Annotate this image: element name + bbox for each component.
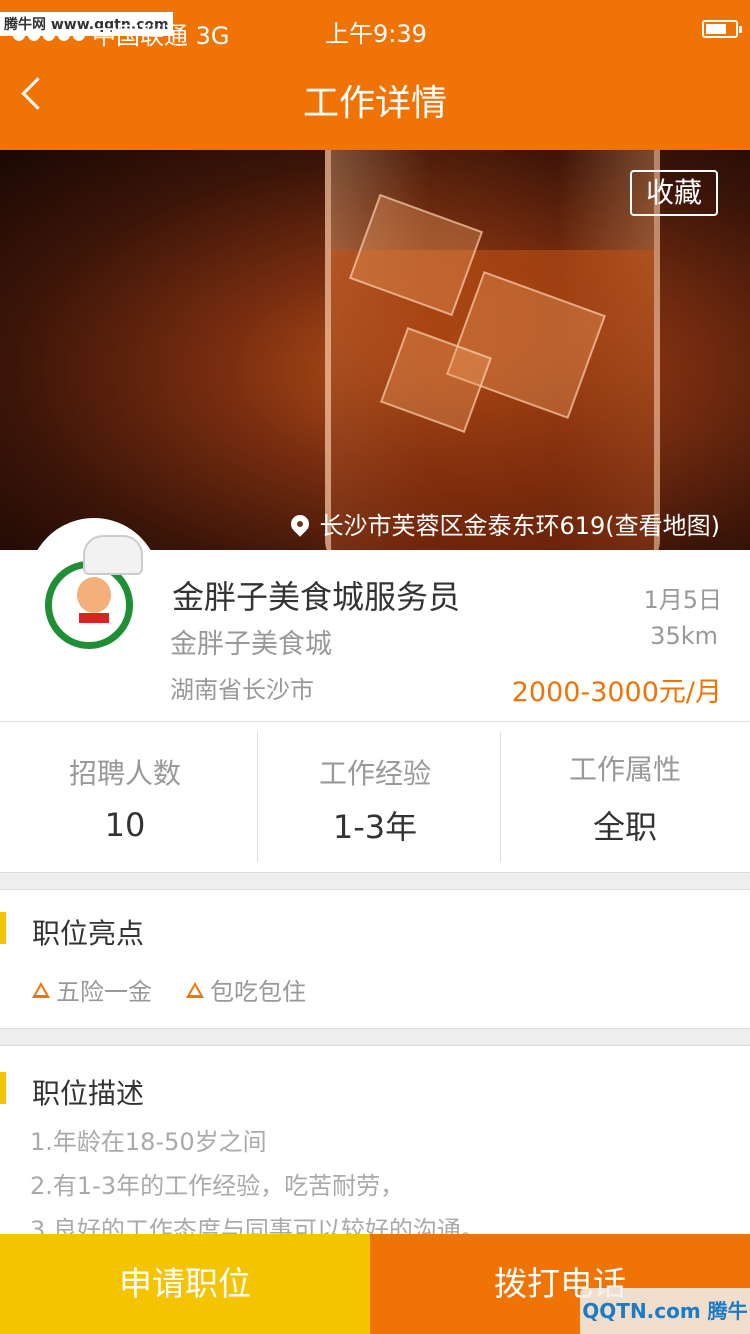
chef-bow-icon [79,613,109,623]
tag-label: 包吃包住 [210,978,306,1006]
stat-value: 全职 [592,808,657,846]
description-title: 职位描述 [32,1077,145,1110]
watermark-logo: QQTN.com 腾牛网 [580,1288,750,1334]
apply-button[interactable]: 申请职位 [0,1234,370,1334]
triangle-icon [186,981,204,998]
status-bar: 腾牛网 www.qqtn.com ●●●●● 中国联通 3G 上午9:39 [0,8,750,50]
stat-label: 工作经验 [318,757,431,790]
glass-illustration [325,150,660,550]
battery-icon [702,20,742,38]
section-gap [0,1028,750,1046]
job-region: 湖南省长沙市 [170,676,314,704]
company-name: 金胖子美食城 [170,629,332,660]
signal-icon: ●●●●● [12,24,87,43]
job-hero-image: 收藏 长沙市芙蓉区金泰东环619(查看地图) [0,150,750,550]
distance: 35km [650,622,718,650]
battery-level [706,24,726,34]
section-marker [0,912,6,944]
chef-face-icon [77,577,111,613]
stat-value: 1-3年 [332,808,418,846]
description-line: 1.年龄在18-50岁之间 [30,1128,267,1156]
company-logo [28,518,160,650]
description-line: 2.有1-3年的工作经验，吃苦耐劳， [30,1172,405,1200]
highlight-tag: 包吃包住 [186,972,306,1007]
stat-label: 招聘人数 [68,757,181,790]
tag-label: 五险一金 [56,978,152,1006]
clock: 上午9:39 [325,20,427,48]
page-title: 工作详情 [302,83,447,124]
location-link[interactable]: 长沙市芙蓉区金泰东环619(查看地图) [287,506,720,541]
job-title: 金胖子美食城服务员 [172,578,461,616]
section-marker [0,1072,6,1104]
carrier-label: 中国联通 3G [92,22,230,50]
stat-label: 工作属性 [568,753,681,786]
stat-value: 10 [104,806,146,844]
location-pin-icon [287,510,314,537]
highlights-title: 职位亮点 [32,917,145,950]
highlight-tag: 五险一金 [32,972,152,1007]
favorite-button[interactable]: 收藏 [629,170,718,216]
stat-experience: 工作经验 1-3年 [250,722,500,870]
stat-job-type: 工作属性 全职 [500,722,750,870]
chef-hat-icon [83,535,143,575]
app-header: 腾牛网 www.qqtn.com ●●●●● 中国联通 3G 上午9:39 工作… [0,0,750,150]
location-text: 长沙市芙蓉区金泰东环619(查看地图) [319,512,720,540]
stat-headcount: 招聘人数 10 [0,722,250,870]
section-gap [0,872,750,890]
post-date: 1月5日 [643,586,722,614]
salary: 2000-3000元/月 [511,677,722,708]
triangle-icon [32,981,50,998]
